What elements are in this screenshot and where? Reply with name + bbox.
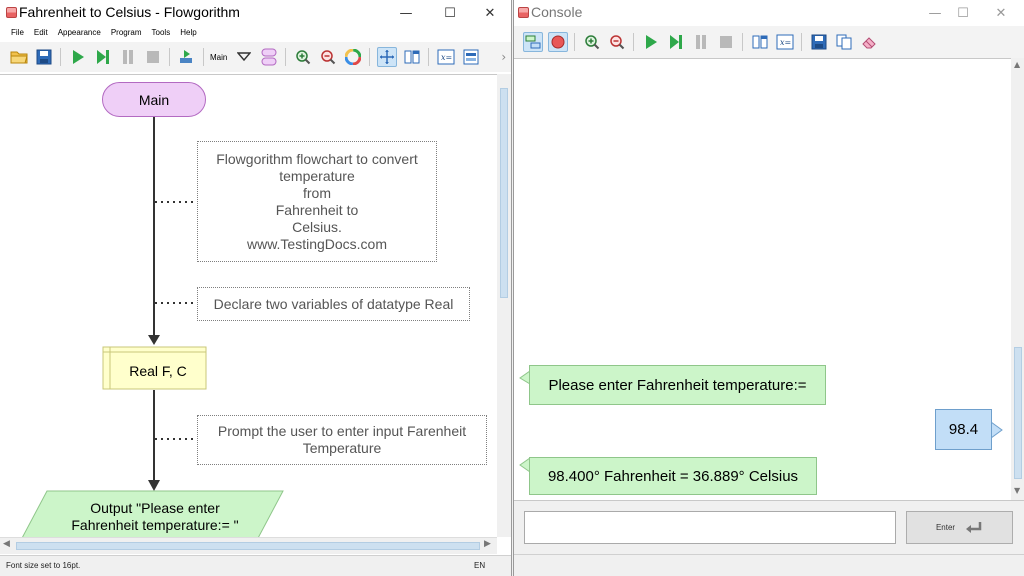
toolbar-separator <box>801 33 802 51</box>
comment-declare[interactable]: Declare two variables of datatype Real <box>197 287 470 321</box>
open-folder-icon[interactable] <box>9 47 29 67</box>
console-close-button[interactable]: ✕ <box>979 0 1023 26</box>
console-titlebar[interactable]: Console — ☐ ✕ <box>514 0 1024 26</box>
console-output-area: Please enter Fahrenheit temperature:= 98… <box>514 58 1011 500</box>
menu-edit[interactable]: Edit <box>29 26 53 42</box>
main-titlebar[interactable]: Fahrenheit to Celsius - Flowgorithm — ☐ … <box>0 0 511 26</box>
flowgorithm-app-icon <box>6 7 17 18</box>
record-icon[interactable] <box>547 32 568 52</box>
minimize-button[interactable]: — <box>384 0 428 26</box>
status-message: Font size set to 16pt. <box>6 561 81 570</box>
scroll-right-icon[interactable]: ▶ <box>484 539 491 549</box>
zoom-out-icon[interactable] <box>318 47 338 67</box>
status-bar: Font size set to 16pt. EN <box>0 555 511 576</box>
console-output-message: Please enter Fahrenheit temperature:= <box>529 365 826 405</box>
function-select[interactable]: Main <box>210 53 227 62</box>
canvas-vertical-scrollbar[interactable] <box>497 74 511 537</box>
console-run-icon[interactable] <box>641 32 661 52</box>
variable-watch-icon[interactable]: x= <box>436 47 456 67</box>
step-icon[interactable] <box>93 47 113 67</box>
console-status-bar <box>514 554 1024 576</box>
copy-icon[interactable] <box>834 32 854 52</box>
maximize-button[interactable]: ☐ <box>428 0 472 26</box>
menu-file[interactable]: File <box>6 26 29 42</box>
toolbar-separator <box>169 48 170 66</box>
run-icon[interactable] <box>68 47 88 67</box>
console-result-message: 98.400° Fahrenheit = 36.889° Celsius <box>529 457 817 495</box>
horizontal-scroll-thumb[interactable] <box>16 542 480 550</box>
console-zoom-in-icon[interactable] <box>582 32 602 52</box>
enter-button[interactable]: Enter <box>906 511 1013 544</box>
toolbar-separator <box>285 48 287 66</box>
run-speed-icon[interactable] <box>177 47 197 67</box>
console-input-message: 98.4 <box>935 409 992 450</box>
toolbar-separator <box>369 48 371 66</box>
console-scroll-thumb[interactable] <box>1014 347 1022 479</box>
manage-functions-icon[interactable] <box>259 47 279 67</box>
menu-help[interactable]: Help <box>175 26 201 42</box>
toolbar-separator <box>428 48 430 66</box>
console-split-view-icon[interactable] <box>750 32 770 52</box>
eraser-icon[interactable] <box>859 32 879 52</box>
status-language: EN <box>474 561 486 570</box>
console-save-icon[interactable] <box>809 32 829 52</box>
toolbar-separator <box>742 33 743 51</box>
zoom-in-icon[interactable] <box>293 47 313 67</box>
enter-return-icon <box>966 521 982 533</box>
console-vertical-scrollbar[interactable]: ▲ ▼ <box>1011 58 1024 500</box>
chevron-down-icon[interactable] <box>234 47 254 67</box>
console-app-icon <box>518 7 529 18</box>
console-toolbar: x= <box>514 26 1024 58</box>
menu-program[interactable]: Program <box>106 26 147 42</box>
toolbar-separator <box>633 33 634 51</box>
console-stop-icon[interactable] <box>716 32 736 52</box>
layout-icon[interactable] <box>376 47 397 67</box>
chat-view-icon[interactable] <box>522 32 543 52</box>
declare-shape[interactable]: Real F, C <box>110 353 206 389</box>
menu-appearance[interactable]: Appearance <box>53 26 106 42</box>
comment-prompt[interactable]: Prompt the user to enter input Farenheit… <box>197 415 487 465</box>
menu-bar: File Edit Appearance Program Tools Help <box>0 26 511 42</box>
enter-button-label: Enter <box>935 523 956 532</box>
color-scheme-icon[interactable] <box>343 47 363 67</box>
vertical-scroll-thumb[interactable] <box>500 88 508 298</box>
stop-icon[interactable] <box>143 47 163 67</box>
pause-icon[interactable] <box>118 47 138 67</box>
toolbar-separator <box>574 33 575 51</box>
scroll-down-icon[interactable]: ▼ <box>1014 486 1020 495</box>
main-toolbar: Main x= › <box>0 42 511 72</box>
flowgorithm-window: Fahrenheit to Celsius - Flowgorithm — ☐ … <box>0 0 512 576</box>
console-window: Console — ☐ ✕ x= Please enter Fahrenheit… <box>513 0 1024 576</box>
console-zoom-out-icon[interactable] <box>607 32 627 52</box>
toolbar-separator <box>60 48 61 66</box>
console-window-title: Console <box>531 4 583 20</box>
close-button[interactable]: ✕ <box>468 0 511 26</box>
console-input-field[interactable] <box>524 511 896 544</box>
scroll-up-icon[interactable]: ▲ <box>1014 60 1020 69</box>
menu-tools[interactable]: Tools <box>147 26 176 42</box>
output-shape[interactable]: Output "Please enter Fahrenheit temperat… <box>50 500 260 537</box>
flowchart-canvas[interactable]: Main Flowgorithm flowchart to convert te… <box>0 74 497 537</box>
console-variable-watch-icon[interactable]: x= <box>775 32 795 52</box>
canvas-horizontal-scrollbar[interactable]: ◀ ▶ <box>0 537 497 554</box>
split-view-icon[interactable] <box>402 47 422 67</box>
save-icon[interactable] <box>34 47 54 67</box>
main-start-terminal[interactable]: Main <box>102 82 206 117</box>
scroll-left-icon[interactable]: ◀ <box>3 539 10 549</box>
main-window-title: Fahrenheit to Celsius - Flowgorithm <box>19 4 240 20</box>
svg-text:x=: x= <box>441 53 452 62</box>
svg-text:x=: x= <box>780 38 791 47</box>
toolbar-separator <box>203 48 204 66</box>
console-pause-icon[interactable] <box>691 32 711 52</box>
console-step-icon[interactable] <box>666 32 686 52</box>
comment-description[interactable]: Flowgorithm flowchart to convert tempera… <box>197 141 437 262</box>
toolbar-overflow-icon[interactable]: › <box>501 50 506 64</box>
source-code-icon[interactable] <box>461 47 481 67</box>
